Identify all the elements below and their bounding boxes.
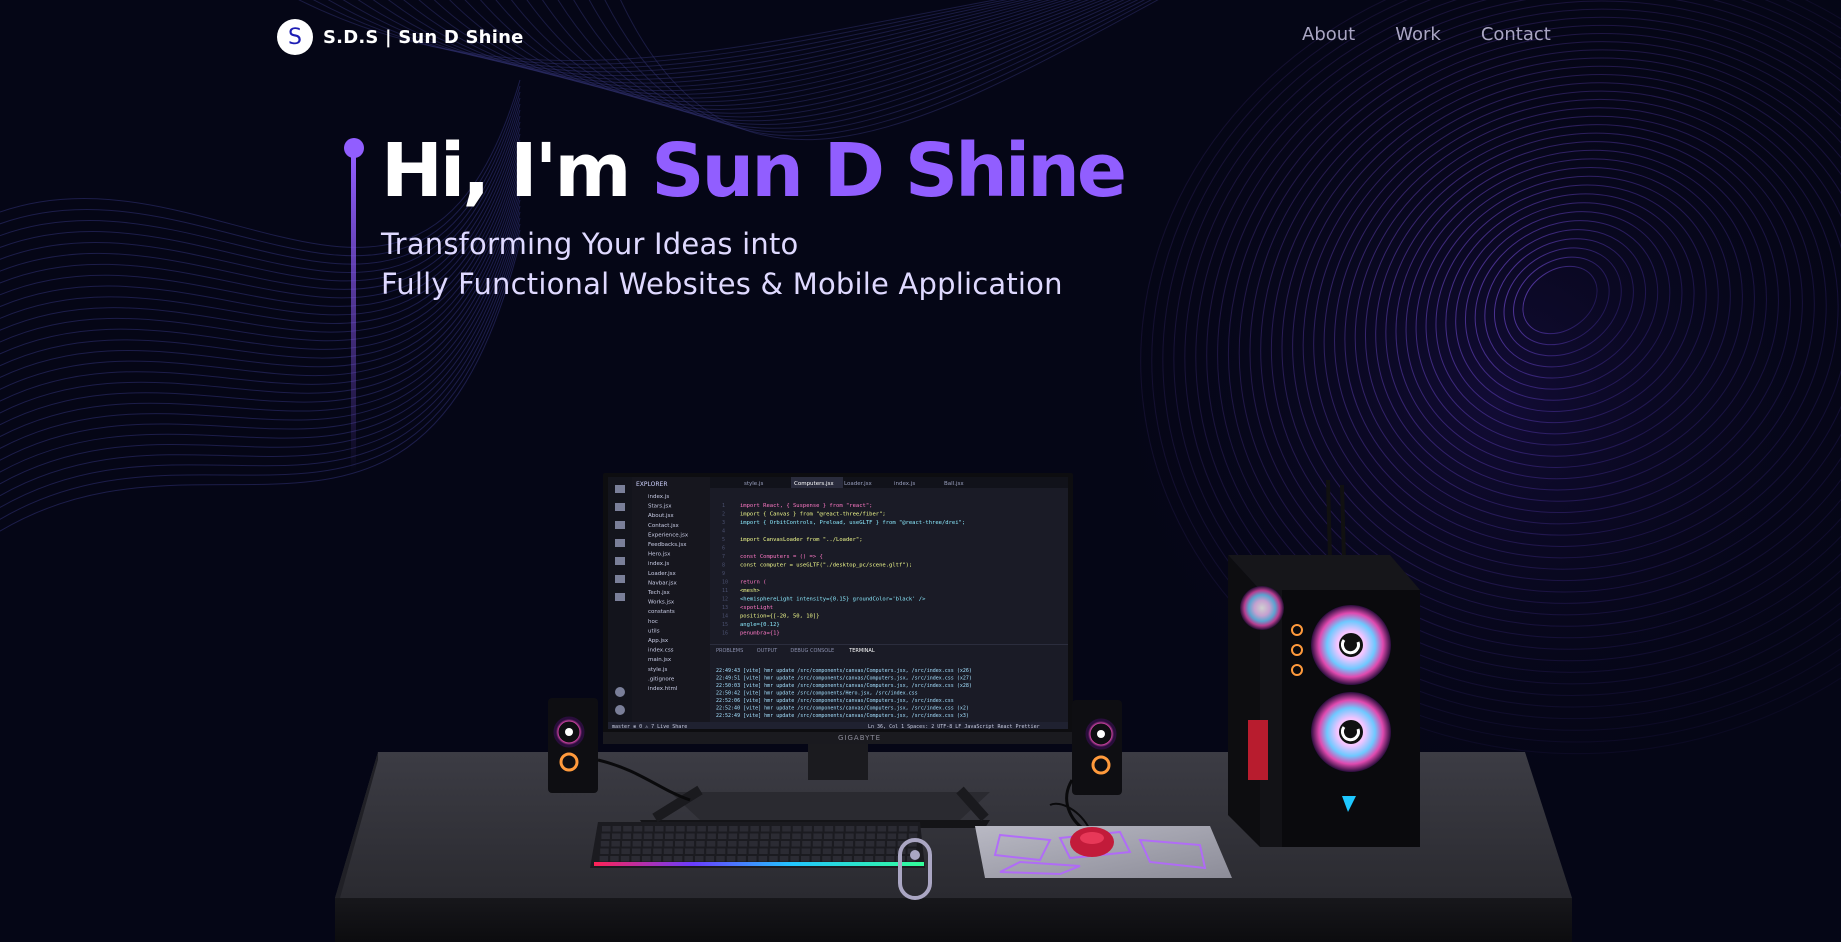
editor-tab[interactable]: Loader.jsx (844, 481, 872, 487)
explorer-file[interactable]: hoc (648, 619, 658, 625)
nav-links: About Work Contact (1302, 24, 1551, 45)
line-number: 4 (722, 529, 725, 535)
logo-text: S.D.S | Sun D Shine (323, 26, 524, 48)
line-number: 2 (722, 512, 725, 518)
hero-accent-line (344, 138, 364, 478)
line-number: 11 (722, 588, 728, 594)
hero-greeting: Hi, I'm (381, 128, 652, 214)
terminal-line: 22:50:42 [vite] hmr update /src/componen… (716, 691, 918, 697)
line-number: 15 (722, 622, 728, 628)
panel-tab[interactable]: OUTPUT (757, 648, 778, 654)
hero-subtitle: Transforming Your Ideas into Fully Funct… (381, 224, 1063, 304)
logo-icon: S (277, 19, 313, 55)
hero-subtitle-line2: Fully Functional Websites & Mobile Appli… (381, 267, 1063, 301)
terminal-line: 22:52:49 [vite] hmr update /src/componen… (716, 713, 969, 719)
nav-link-work[interactable]: Work (1395, 24, 1441, 45)
code-line: position={[-20, 50, 10]} (740, 614, 819, 620)
explorer-file[interactable]: index.js (648, 561, 669, 567)
code-line: import React, { Suspense } from "react"; (740, 503, 872, 509)
terminal-line: 22:49:43 [vite] hmr update /src/componen… (716, 668, 972, 674)
line-number: 9 (722, 571, 725, 577)
explorer-file[interactable]: utils (648, 628, 660, 634)
editor-tab[interactable]: index.js (894, 481, 915, 487)
code-line: <hemisphereLight intensity={0.15} ground… (740, 597, 926, 603)
explorer-file[interactable]: Tech.jsx (647, 590, 670, 596)
code-line: import { Canvas } from "@react-three/fib… (740, 512, 886, 518)
code-line: const computer = useGLTF("./desktop_pc/s… (740, 563, 912, 569)
panel-tab[interactable]: PROBLEMS (716, 648, 743, 654)
logo[interactable]: S S.D.S | Sun D Shine (277, 19, 524, 55)
terminal-line: 22:52:40 [vite] hmr update /src/componen… (716, 706, 969, 712)
hero-subtitle-line1: Transforming Your Ideas into (381, 227, 799, 261)
panel-tab[interactable]: DEBUG CONSOLE (790, 648, 834, 654)
explorer-file[interactable]: constants (648, 609, 675, 615)
code-line: import CanvasLoader from "../Loader"; (740, 537, 863, 543)
terminal-line: 22:52:06 [vite] hmr update /src/componen… (716, 698, 954, 704)
line-number: 16 (722, 631, 728, 637)
line-number: 13 (722, 605, 728, 611)
explorer-file[interactable]: index.js (648, 494, 669, 500)
code-line: <mesh> (740, 588, 761, 594)
nav-link-about[interactable]: About (1302, 24, 1355, 45)
explorer-file[interactable]: Experience.jsx (648, 532, 689, 538)
code-line: const Computers = () => { (740, 554, 823, 560)
explorer-file[interactable]: Loader.jsx (648, 571, 676, 577)
hero-accent-bar (351, 156, 356, 472)
editor-tab[interactable]: Computers.jsx (794, 481, 834, 487)
editor-tab[interactable]: style.js (744, 481, 763, 487)
explorer-file[interactable]: Navbar.jsx (648, 580, 677, 586)
hero-accent-dot (344, 138, 364, 158)
explorer-file[interactable]: Works.jsx (648, 600, 675, 606)
code-line: <spotLight (740, 605, 773, 611)
explorer-file[interactable]: Feedbacks.jsx (648, 542, 687, 548)
code-line: penumbra={1} (740, 631, 780, 637)
line-number: 1 (722, 503, 725, 509)
line-number: 3 (722, 520, 725, 526)
code-line: angle={0.12} (740, 622, 780, 628)
status-left: master ⊗ 0 ⚠ 7 Live Share (612, 724, 687, 730)
line-number: 12 (722, 597, 728, 603)
code-line: return ( (740, 580, 767, 586)
explorer-file[interactable]: Hero.jsx (648, 552, 671, 558)
code-line: import { OrbitControls, Preload, useGLTF… (740, 520, 965, 526)
hero-name: Sun D Shine (651, 128, 1127, 214)
line-number: 5 (722, 537, 725, 543)
explorer-file[interactable]: Stars.jsx (648, 504, 672, 510)
explorer-file[interactable]: index.html (648, 686, 678, 692)
editor-tab[interactable]: Ball.jsx (944, 481, 964, 487)
line-number: 6 (722, 546, 725, 552)
hero-title: Hi, I'm Sun D Shine (381, 128, 1127, 214)
explorer-file[interactable]: App.jsx (648, 638, 669, 644)
line-number: 10 (722, 580, 728, 586)
explorer-file[interactable]: index.css (648, 648, 674, 654)
explorer-title: EXPLORER (636, 481, 668, 488)
monitor-brand: GIGABYTE (838, 734, 881, 742)
explorer-file[interactable]: style.js (648, 667, 667, 673)
explorer-file[interactable]: Contact.jsx (648, 523, 680, 529)
scroll-down-indicator[interactable] (898, 838, 932, 900)
explorer-file[interactable]: main.jsx (648, 657, 672, 663)
explorer-file[interactable]: About.jsx (648, 513, 674, 519)
navbar: S S.D.S | Sun D Shine About Work Contact (0, 0, 1841, 76)
status-right: Ln 36, Col 1 Spaces: 2 UTF-8 LF JavaScri… (868, 724, 1040, 730)
line-number: 8 (722, 563, 725, 569)
scroll-wheel-icon (910, 850, 920, 860)
explorer-file[interactable]: .gitignore (648, 676, 675, 682)
panel-tab[interactable]: TERMINAL (848, 648, 875, 654)
line-number: 14 (722, 614, 728, 620)
terminal-line: 22:49:51 [vite] hmr update /src/componen… (716, 676, 972, 682)
terminal-line: 22:50:03 [vite] hmr update /src/componen… (716, 683, 972, 689)
nav-link-contact[interactable]: Contact (1481, 24, 1551, 45)
line-number: 7 (722, 554, 725, 560)
